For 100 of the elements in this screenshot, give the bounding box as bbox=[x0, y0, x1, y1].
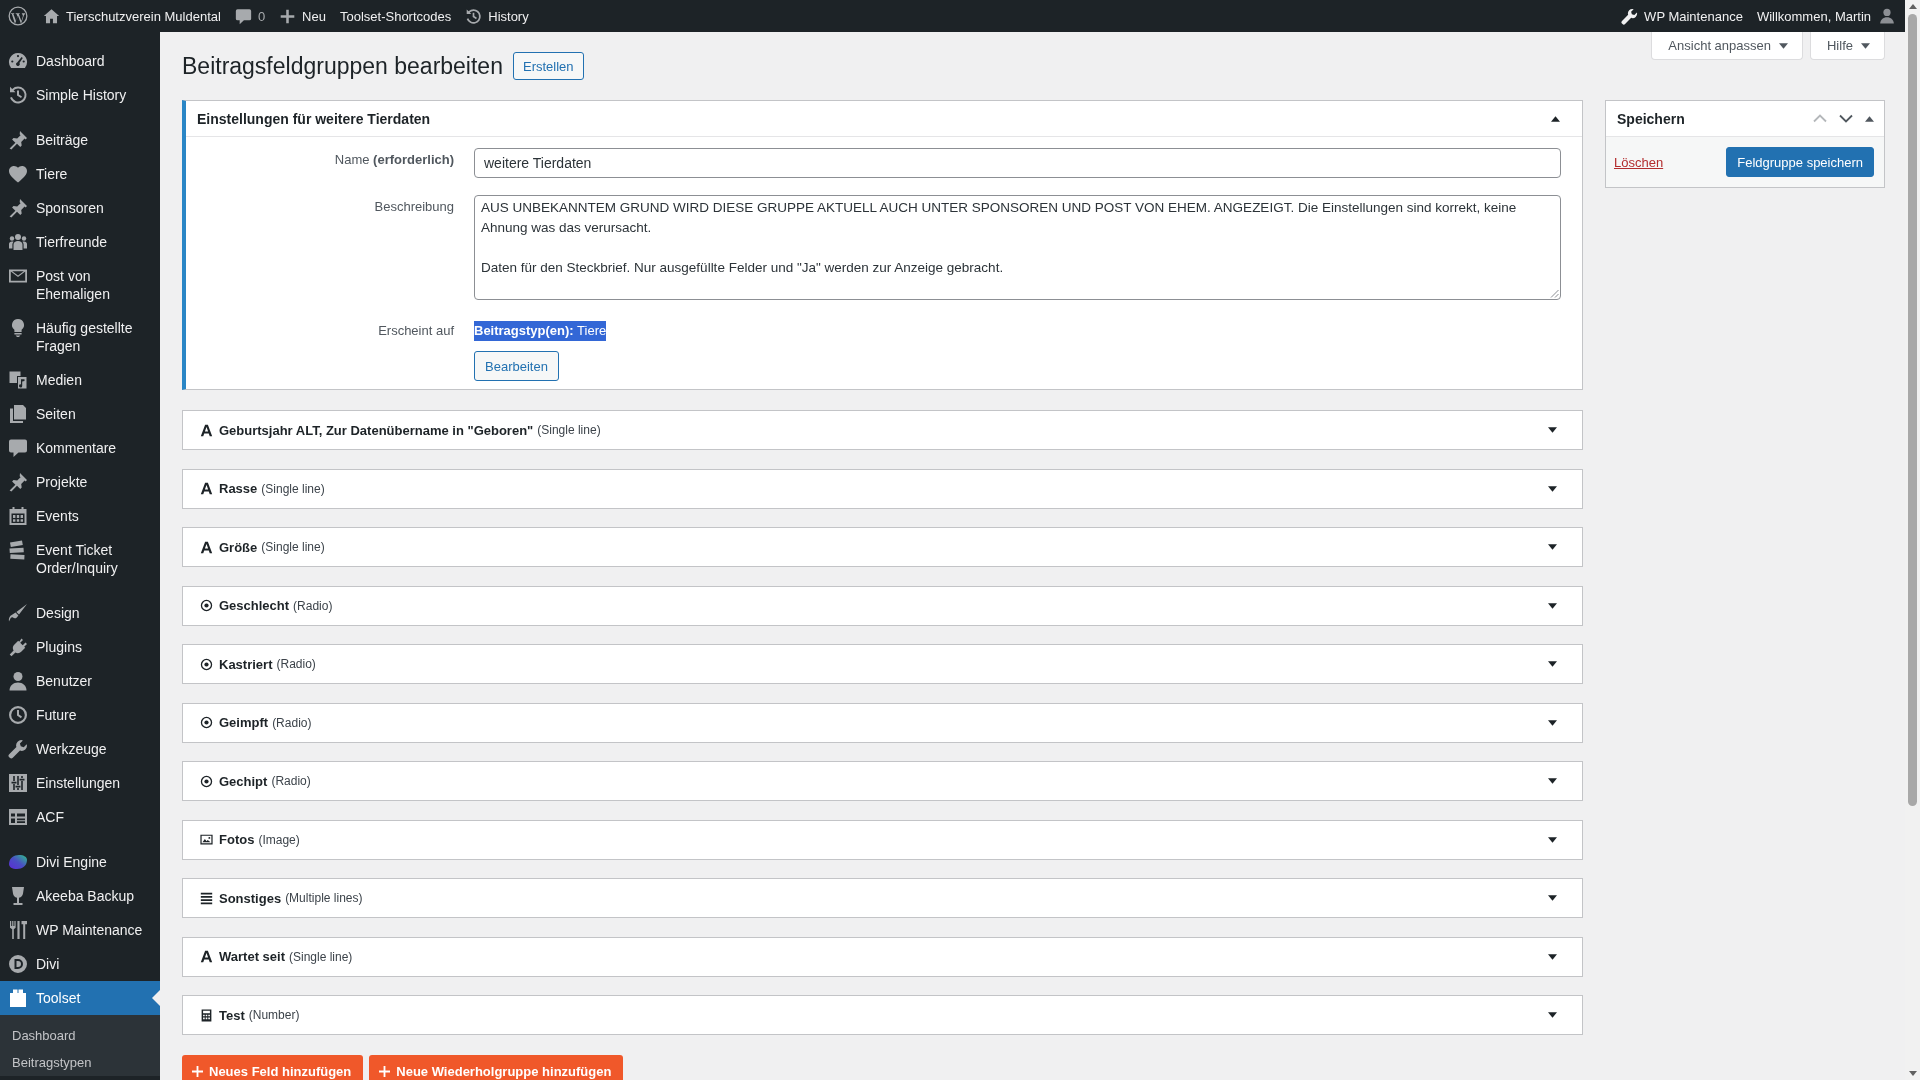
menu-item[interactable]: Beiträge bbox=[0, 123, 160, 157]
field-name: Rasse bbox=[219, 481, 258, 496]
caret-up-icon[interactable] bbox=[1551, 115, 1560, 122]
menu-item[interactable]: Projekte bbox=[0, 465, 160, 499]
delete-link[interactable]: Löschen bbox=[1614, 154, 1664, 170]
new-link[interactable]: Neu bbox=[272, 0, 333, 32]
caret-down-icon[interactable] bbox=[1548, 719, 1557, 726]
field-type: (Radio) bbox=[271, 774, 311, 788]
screen-tab[interactable]: Hilfe bbox=[1810, 32, 1885, 60]
create-button[interactable]: Erstellen bbox=[512, 52, 584, 80]
menu-item[interactable]: WP Maintenance bbox=[0, 913, 160, 947]
resize-handle-icon[interactable] bbox=[1550, 289, 1559, 298]
submenu-item[interactable]: Dashboard bbox=[0, 1022, 160, 1049]
caret-up-icon[interactable] bbox=[1865, 115, 1874, 122]
field-type: (Radio) bbox=[272, 715, 312, 730]
menu-item[interactable]: Events bbox=[0, 499, 160, 533]
menu-item[interactable]: Benutzer bbox=[0, 664, 160, 698]
field-row[interactable]: Geimpft (Radio) bbox=[182, 702, 1583, 743]
pushpin-icon bbox=[8, 130, 28, 150]
field-name: Wartet seit bbox=[219, 949, 285, 964]
menu-item[interactable]: Medien bbox=[0, 363, 160, 397]
description-field[interactable]: AUS UNBEKANNTEM GRUND WIRD DIESE GRUPPE AKTUELL AUCH UNTER SPONSOREN UND POST VON EHEM. ANGEZEIGT. Die Einstellungen sind korrekt, keine Ahnung was das verursacht. Daten für den Steckbrief. Nur ausgefüllte Felder und "Ja" werden zur Anzeige gebracht. bbox=[474, 195, 1561, 300]
text-icon bbox=[200, 540, 213, 554]
radio-button-icon bbox=[200, 657, 213, 671]
image-icon bbox=[200, 833, 213, 846]
site-name-link[interactable]: Tierschutzverein Muldental bbox=[36, 0, 228, 32]
menu-item[interactable]: Tierfreunde bbox=[0, 225, 160, 259]
caret-down-icon[interactable] bbox=[1548, 427, 1557, 433]
caret-down-icon[interactable] bbox=[1548, 1012, 1557, 1018]
scrollbar-thumb[interactable] bbox=[1908, 14, 1917, 806]
menu-item[interactable]: Toolset bbox=[0, 981, 160, 1015]
menu-item[interactable]: Sponsoren bbox=[0, 191, 160, 225]
sliders-icon bbox=[8, 773, 28, 793]
menu-item[interactable]: Divi Engine bbox=[0, 845, 160, 879]
field-name: Geimpft bbox=[219, 715, 269, 730]
menu-item[interactable]: Werkzeuge bbox=[0, 732, 160, 766]
field-row[interactable]: Geschlecht (Radio) bbox=[182, 585, 1583, 626]
field-row[interactable]: Sonstiges (Multiple lines) bbox=[182, 878, 1583, 918]
screen-tab[interactable]: Ansicht anpassen bbox=[1651, 32, 1803, 60]
plug-icon bbox=[8, 637, 28, 657]
menu-item[interactable]: Divi bbox=[0, 947, 160, 981]
caret-down-icon[interactable] bbox=[1548, 836, 1557, 843]
field-row[interactable]: Kastriert (Radio) bbox=[182, 644, 1583, 684]
comments-link[interactable]: 0 bbox=[227, 0, 273, 32]
chevron-down-icon[interactable] bbox=[1839, 114, 1853, 123]
paintbrush-icon bbox=[8, 603, 28, 623]
menu-item[interactable]: Einstellungen bbox=[0, 766, 160, 800]
gauge-icon bbox=[8, 51, 28, 71]
caret-down-icon[interactable] bbox=[1548, 602, 1557, 609]
menu-item[interactable]: Post von Ehemaligen bbox=[0, 259, 160, 311]
submenu-item[interactable]: Beitragstypen bbox=[0, 1049, 160, 1076]
menu-item[interactable]: Kommentare bbox=[0, 431, 160, 465]
menu-item[interactable]: Tiere bbox=[0, 157, 160, 191]
post-types-text: Beitragstyp(en): Tiere bbox=[474, 321, 607, 341]
menu-item[interactable]: Häufig gestellte Fragen bbox=[0, 311, 160, 363]
field-row[interactable]: Wartet seit (Single line) bbox=[182, 936, 1583, 977]
menu-item[interactable]: Future bbox=[0, 698, 160, 732]
people-icon bbox=[8, 232, 28, 252]
plus-icon bbox=[279, 7, 297, 25]
field-row[interactable]: Geburtsjahr ALT, Zur Datenübername in "Geboren" (Single line) bbox=[182, 410, 1583, 450]
menu-item[interactable]: Design bbox=[0, 596, 160, 630]
heart-icon bbox=[8, 164, 28, 184]
name-label: Name (erforderlich) bbox=[333, 151, 454, 169]
field-row[interactable]: Gechipt (Radio) bbox=[182, 761, 1583, 801]
account-link[interactable]: Willkommen, Martin bbox=[1749, 0, 1905, 32]
save-button[interactable]: Feldgruppe speichern bbox=[1726, 147, 1874, 177]
field-name: Test bbox=[219, 1007, 245, 1023]
comment-icon bbox=[8, 438, 28, 458]
field-row[interactable]: Größe (Single line) bbox=[182, 527, 1583, 567]
name-field[interactable]: weitere Tierdaten bbox=[474, 148, 1561, 178]
field-row[interactable]: Rasse (Single line) bbox=[182, 468, 1583, 509]
caret-down-icon[interactable] bbox=[1548, 953, 1557, 960]
field-row[interactable]: Fotos (Image) bbox=[182, 819, 1583, 860]
scroll-down-icon[interactable] bbox=[1908, 1071, 1917, 1076]
menu-item[interactable]: Seiten bbox=[0, 397, 160, 431]
caret-down-icon[interactable] bbox=[1548, 485, 1557, 492]
history-link[interactable]: History bbox=[458, 0, 536, 32]
field-row[interactable]: Test (Number) bbox=[182, 995, 1583, 1035]
shortcodes-link[interactable]: Toolset-Shortcodes bbox=[332, 0, 459, 32]
scroll-up-icon[interactable] bbox=[1908, 4, 1917, 9]
caret-down-icon[interactable] bbox=[1548, 895, 1557, 901]
menu-pointer-icon bbox=[152, 990, 160, 1006]
logo-icon[interactable] bbox=[8, 6, 28, 26]
pages-icon bbox=[8, 404, 28, 424]
menu-item[interactable]: Akeeba Backup bbox=[0, 879, 160, 913]
menu-item[interactable]: Event Ticket Order/Inquiry bbox=[0, 533, 160, 585]
edit-button[interactable]: Bearbeiten bbox=[474, 351, 559, 381]
clock-icon bbox=[8, 705, 28, 725]
field-type: (Multiple lines) bbox=[285, 891, 363, 905]
caret-down-icon[interactable] bbox=[1548, 544, 1557, 550]
maintenance-link[interactable]: WP Maintenance bbox=[1614, 0, 1750, 32]
caret-down-icon[interactable] bbox=[1548, 778, 1557, 784]
menu-item[interactable]: Dashboard bbox=[0, 44, 160, 78]
panel-title: Einstellungen für weitere Tierdaten bbox=[197, 109, 431, 129]
menu-item[interactable]: ACF bbox=[0, 800, 160, 834]
menu-item[interactable]: Plugins bbox=[0, 630, 160, 664]
radio-button-icon bbox=[200, 716, 213, 729]
menu-item[interactable]: Simple History bbox=[0, 78, 160, 112]
field-name: Fotos bbox=[219, 832, 255, 847]
caret-down-icon[interactable] bbox=[1548, 661, 1557, 667]
